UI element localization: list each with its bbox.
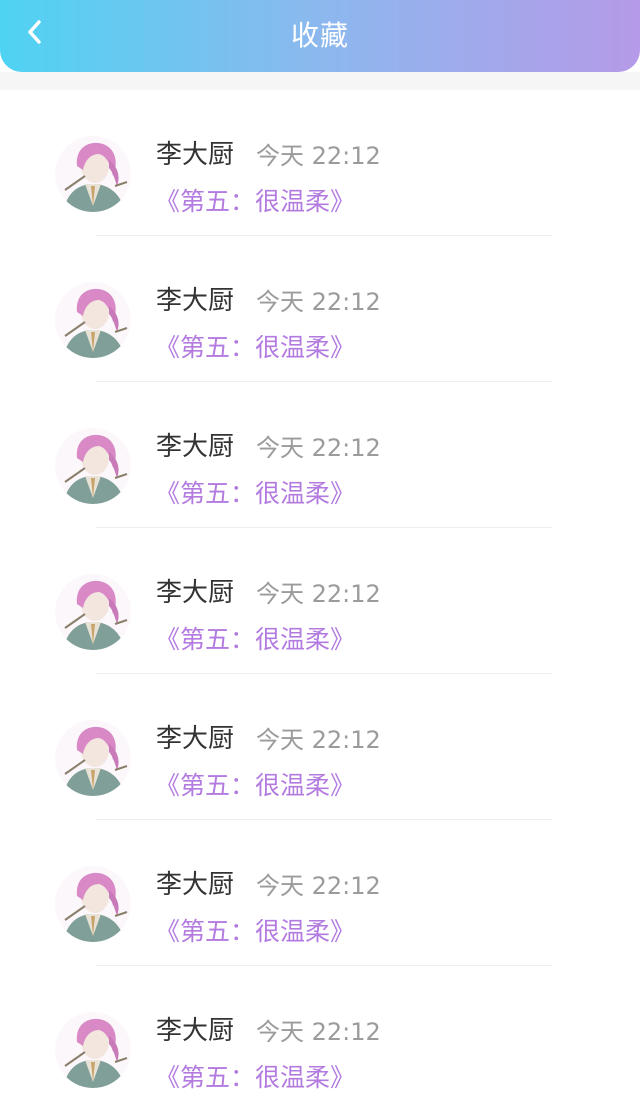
favorite-item[interactable]: 李大厨 今天 22:12 《第五：很温柔》 bbox=[0, 382, 640, 528]
page-title: 收藏 bbox=[290, 19, 349, 52]
avatar[interactable] bbox=[55, 866, 131, 942]
author-name: 李大厨 bbox=[156, 432, 235, 462]
header-bar: 收藏 bbox=[0, 0, 640, 72]
author-name: 李大厨 bbox=[156, 140, 235, 170]
book-title-link[interactable]: 《第五：很温柔》 bbox=[155, 620, 355, 656]
book-title-link[interactable]: 《第五：很温柔》 bbox=[155, 766, 355, 802]
header-divider-strip bbox=[0, 72, 640, 90]
avatar[interactable] bbox=[55, 574, 131, 650]
timestamp: 今天 22:12 bbox=[256, 580, 381, 608]
book-title-link[interactable]: 《第五：很温柔》 bbox=[155, 912, 355, 948]
author-name: 李大厨 bbox=[156, 724, 235, 754]
timestamp: 今天 22:12 bbox=[256, 872, 381, 900]
avatar[interactable] bbox=[55, 282, 131, 358]
author-name: 李大厨 bbox=[156, 286, 235, 316]
timestamp: 今天 22:12 bbox=[256, 288, 381, 316]
avatar[interactable] bbox=[55, 1012, 131, 1088]
avatar[interactable] bbox=[55, 428, 131, 504]
author-name: 李大厨 bbox=[156, 870, 235, 900]
book-title-link[interactable]: 《第五：很温柔》 bbox=[155, 474, 355, 510]
favorite-item[interactable]: 李大厨 今天 22:12 《第五：很温柔》 bbox=[0, 820, 640, 966]
author-name: 李大厨 bbox=[156, 1016, 235, 1046]
favorite-item[interactable]: 李大厨 今天 22:12 《第五：很温柔》 bbox=[0, 90, 640, 236]
favorite-item[interactable]: 李大厨 今天 22:12 《第五：很温柔》 bbox=[0, 674, 640, 820]
timestamp: 今天 22:12 bbox=[256, 1018, 381, 1046]
avatar[interactable] bbox=[55, 136, 131, 212]
book-title-link[interactable]: 《第五：很温柔》 bbox=[155, 1058, 355, 1094]
book-title-link[interactable]: 《第五：很温柔》 bbox=[155, 182, 355, 218]
timestamp: 今天 22:12 bbox=[256, 434, 381, 462]
author-name: 李大厨 bbox=[156, 578, 235, 608]
favorite-item[interactable]: 李大厨 今天 22:12 《第五：很温柔》 bbox=[0, 528, 640, 674]
favorite-item[interactable]: 李大厨 今天 22:12 《第五：很温柔》 bbox=[0, 966, 640, 1112]
favorites-list: 李大厨 今天 22:12 《第五：很温柔》 李大厨 今天 22:12 《第五：很… bbox=[0, 90, 640, 1112]
book-title-link[interactable]: 《第五：很温柔》 bbox=[155, 328, 355, 364]
timestamp: 今天 22:12 bbox=[256, 142, 381, 170]
timestamp: 今天 22:12 bbox=[256, 726, 381, 754]
avatar[interactable] bbox=[55, 720, 131, 796]
favorite-item[interactable]: 李大厨 今天 22:12 《第五：很温柔》 bbox=[0, 236, 640, 382]
